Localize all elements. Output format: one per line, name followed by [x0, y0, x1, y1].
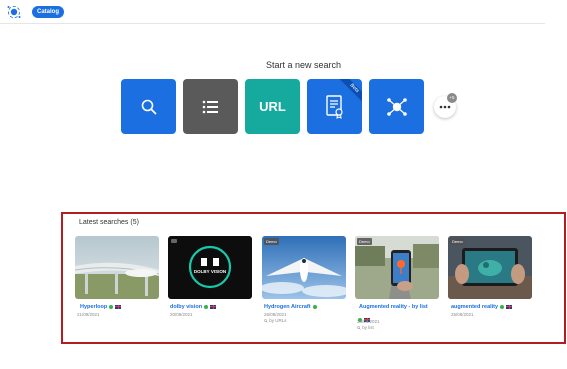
demo-tag: Demo — [264, 238, 279, 245]
card-thumbnail-augmented-reality-by-list[interactable]: Demo — [355, 236, 439, 299]
document-certificate-icon — [325, 94, 343, 119]
latest-searches-title: Latest searches (5) — [79, 219, 139, 226]
status-dot — [204, 304, 209, 309]
card-subtitle: by list — [357, 325, 374, 330]
card-thumbnail-hydrogen-aircraft[interactable]: Demo — [262, 236, 346, 299]
search-icon — [264, 318, 268, 323]
card-date: 21/09/2021 — [77, 312, 100, 317]
dolby-logo-text: DOLBY VISION — [194, 269, 226, 274]
search-icon — [141, 99, 156, 114]
card-title-dolby-vision[interactable]: dolby vision — [170, 304, 217, 310]
card-subtitle: by URLs — [264, 318, 287, 323]
list-icon — [202, 100, 218, 113]
more-count-badge: +5 — [447, 93, 457, 103]
card-title-augmented-reality-by-list[interactable]: Augmented reality - by list — [359, 304, 428, 310]
search-tile[interactable] — [121, 79, 176, 134]
card-thumbnail-augmented-reality[interactable]: Demo — [448, 236, 532, 299]
card-thumbnail-dolby-vision[interactable]: DOLBY VISION — [168, 236, 252, 299]
network-tile[interactable] — [369, 79, 424, 134]
status-dot — [312, 304, 317, 309]
card-date: 26/08/2021 — [264, 312, 287, 317]
more-dots-icon — [439, 105, 451, 109]
catalog-pill[interactable]: Catalog — [32, 6, 65, 18]
demo-tag: Demo — [357, 238, 372, 245]
card-date: 30/08/2021 — [357, 319, 380, 324]
uk-flag-icon — [506, 304, 513, 309]
search-icon — [357, 325, 361, 330]
card-title-hydrogen-aircraft[interactable]: Hydrogen Aircraft — [264, 304, 317, 310]
uk-flag-icon — [115, 304, 122, 309]
patent-tile[interactable]: Beta — [307, 79, 362, 134]
top-bar: Catalog — [0, 0, 545, 24]
status-dot — [109, 304, 114, 309]
network-icon — [386, 97, 407, 116]
uk-flag-icon — [210, 304, 217, 309]
app-logo-icon[interactable] — [6, 4, 22, 20]
demo-tag: Demo — [450, 238, 465, 245]
url-tile[interactable]: URL — [245, 79, 300, 134]
card-title-hyperloop[interactable]: Hyperloop — [80, 304, 122, 310]
card-thumbnail-hyperloop[interactable] — [75, 236, 159, 299]
status-dot — [500, 304, 505, 309]
card-date: 25/08/2021 — [451, 312, 474, 317]
list-tile[interactable] — [183, 79, 238, 134]
search-section-title: Start a new search — [265, 60, 342, 70]
card-title-augmented-reality[interactable]: augmented reality — [451, 304, 513, 310]
card-date: 20/09/2021 — [170, 312, 193, 317]
url-tile-label: URL — [259, 99, 286, 114]
